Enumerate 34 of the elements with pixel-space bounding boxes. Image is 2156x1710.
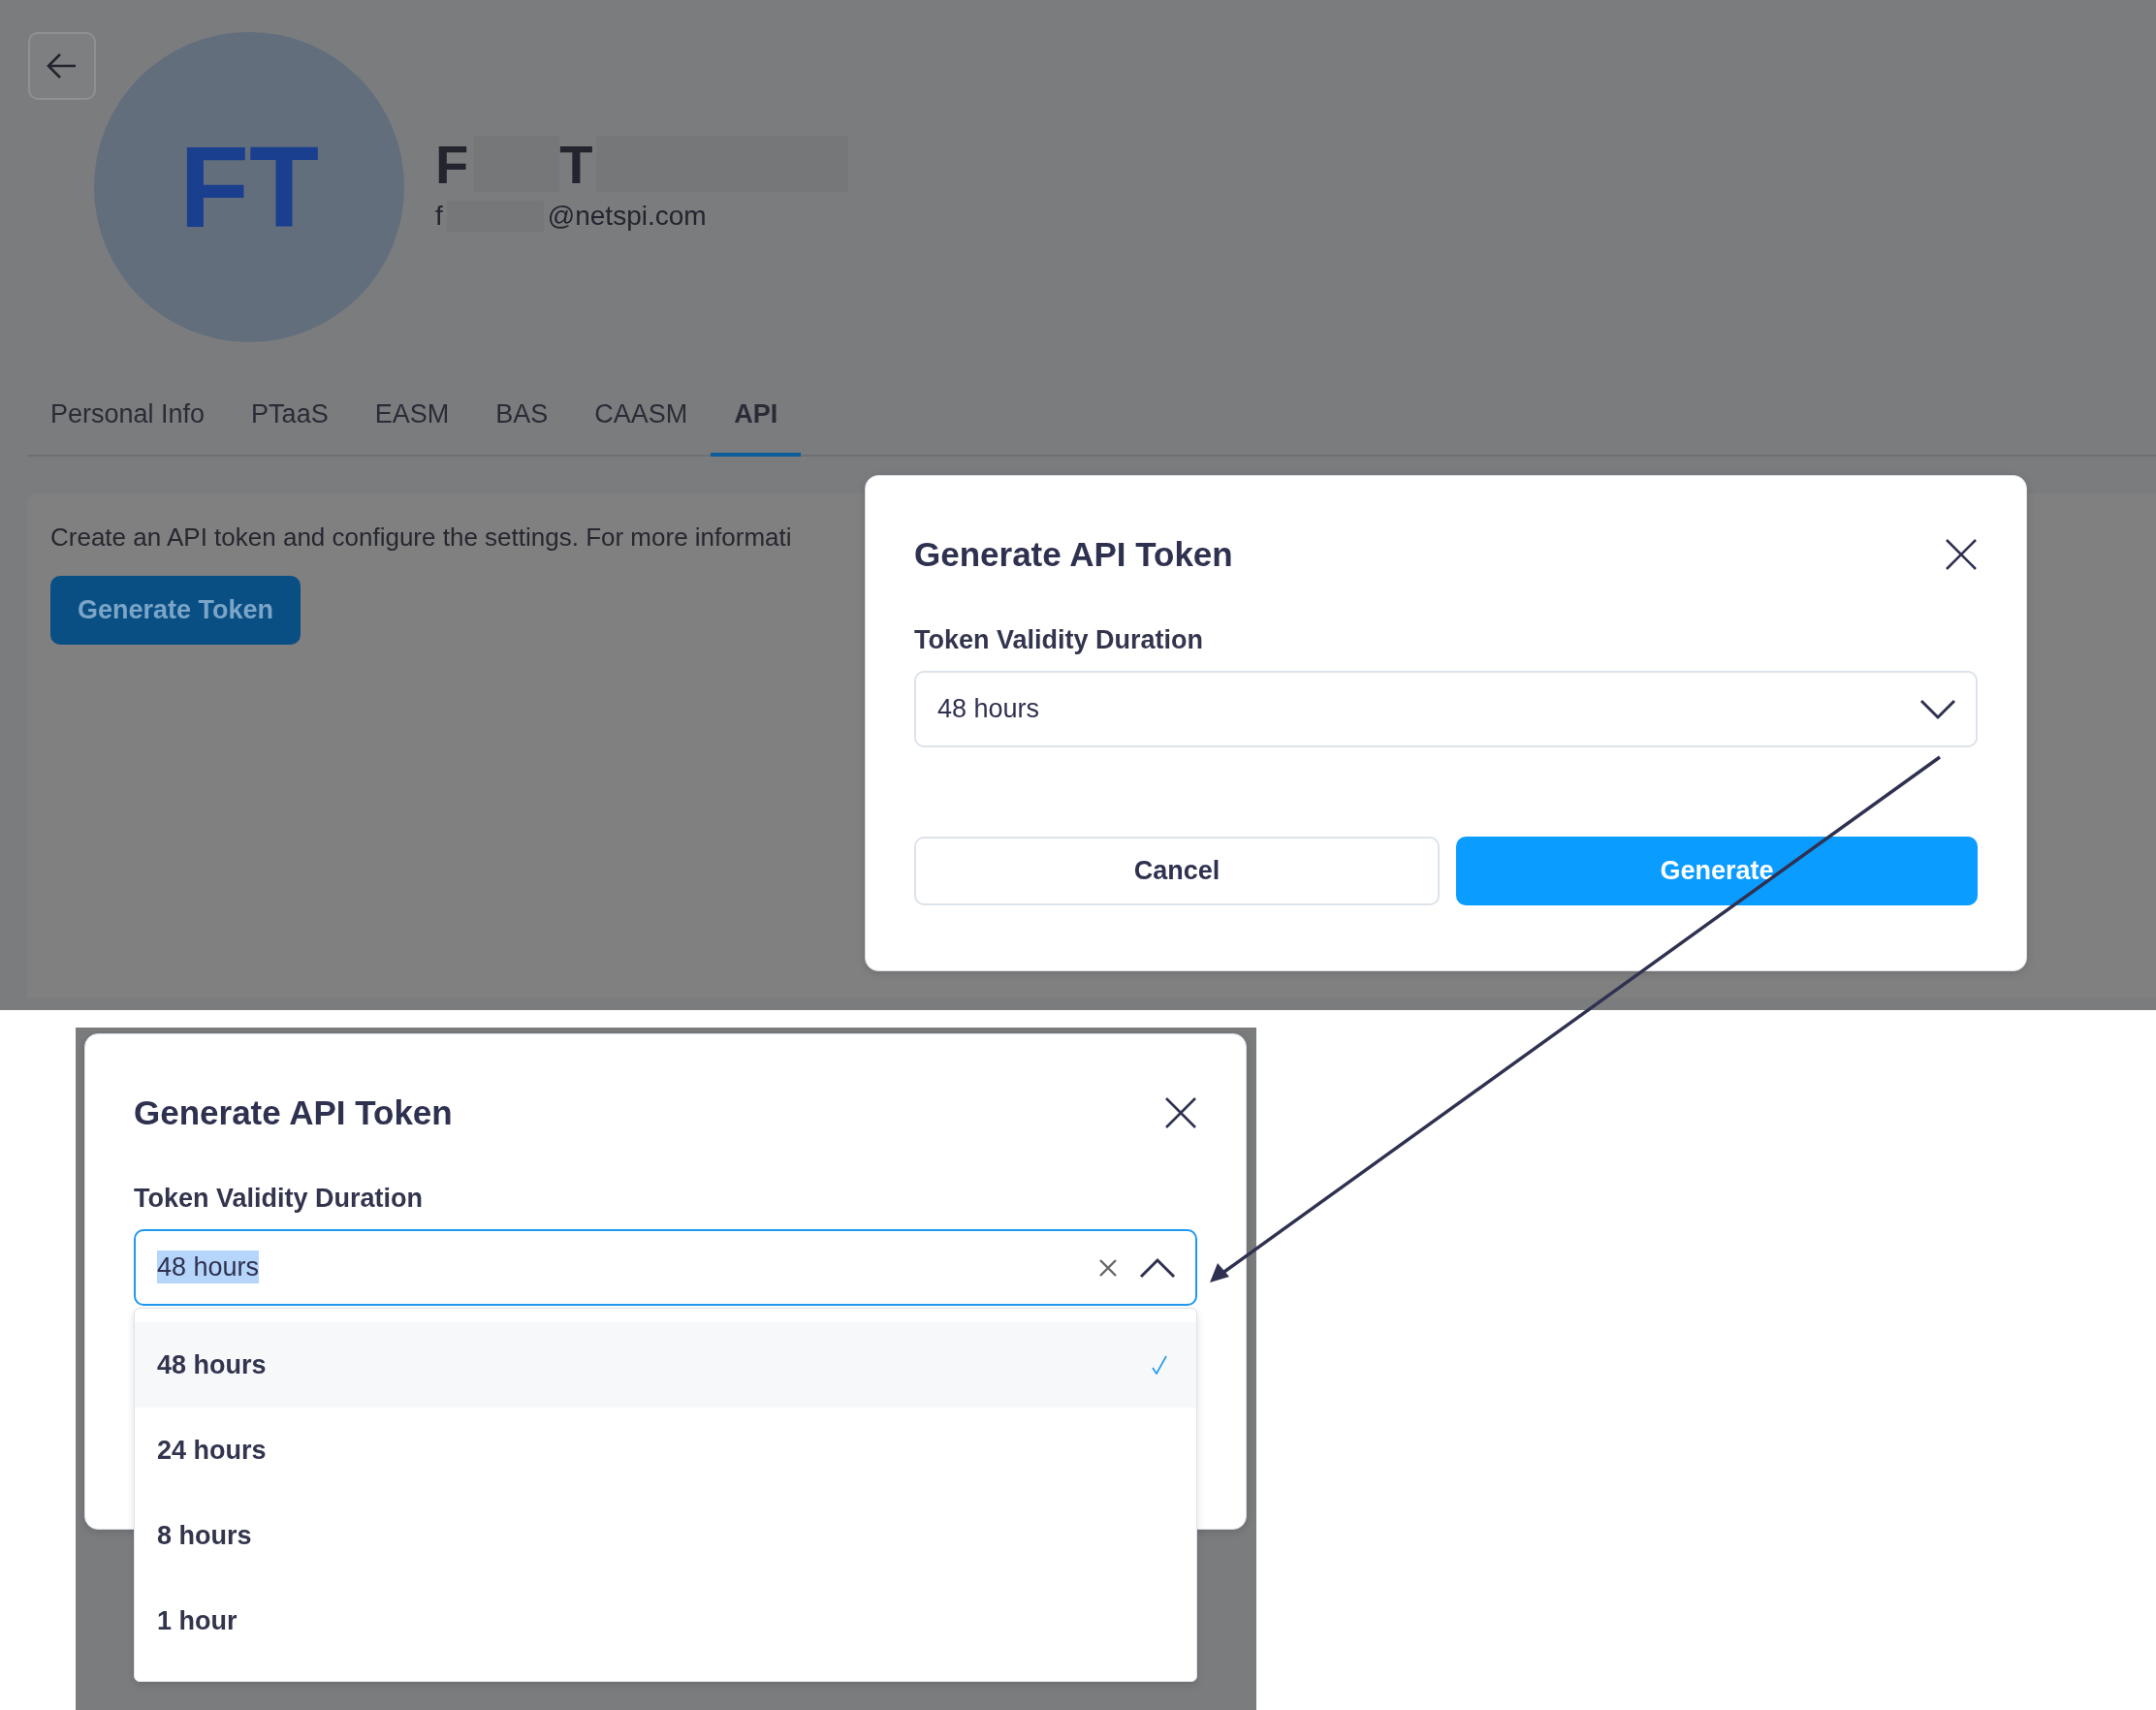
avatar: FT bbox=[94, 32, 404, 342]
close-icon[interactable] bbox=[1945, 538, 1978, 571]
back-arrow-icon bbox=[47, 52, 78, 79]
close-icon[interactable] bbox=[1164, 1096, 1197, 1129]
field-label: Token Validity Duration bbox=[914, 625, 1205, 655]
check-icon bbox=[1152, 1355, 1167, 1375]
name-initial: F bbox=[435, 132, 469, 196]
chevron-down-icon[interactable] bbox=[1919, 698, 1956, 720]
email-domain: @netspi.com bbox=[547, 201, 707, 232]
dropdown-option[interactable]: 8 hours bbox=[135, 1493, 1196, 1578]
tab[interactable]: PTaaS bbox=[228, 380, 352, 457]
field-label: Token Validity Duration bbox=[134, 1184, 425, 1214]
dropdown-option[interactable]: 48 hours bbox=[135, 1322, 1196, 1408]
dropdown-option[interactable]: 1 hour bbox=[135, 1578, 1196, 1663]
description-text: Create an API token and configure the settings. For more informati bbox=[50, 522, 793, 553]
tab[interactable]: EASM bbox=[351, 380, 473, 457]
back-button[interactable] bbox=[28, 32, 96, 100]
selected-value: 48 hours bbox=[157, 1251, 260, 1283]
generate-token-button[interactable]: Generate Token bbox=[50, 576, 301, 645]
name-initial: T bbox=[559, 132, 593, 196]
cancel-button[interactable]: Cancel bbox=[914, 837, 1440, 905]
dropdown-option[interactable]: 24 hours bbox=[135, 1408, 1196, 1493]
tab[interactable]: BAS bbox=[472, 380, 572, 457]
tab[interactable]: CAASM bbox=[571, 380, 712, 457]
selected-value: 48 hours bbox=[937, 693, 1040, 725]
duration-select[interactable]: 48 hours bbox=[914, 671, 1978, 747]
clear-icon[interactable] bbox=[1098, 1257, 1118, 1278]
dialog-title: Generate API Token bbox=[134, 1093, 453, 1132]
tab[interactable]: API bbox=[711, 380, 802, 457]
dialog-title: Generate API Token bbox=[914, 535, 1233, 574]
tab[interactable]: Personal Info bbox=[27, 380, 229, 457]
email-initial: f bbox=[435, 201, 443, 232]
chevron-up-icon[interactable] bbox=[1139, 1256, 1176, 1279]
generate-button[interactable]: Generate bbox=[1456, 837, 1978, 905]
